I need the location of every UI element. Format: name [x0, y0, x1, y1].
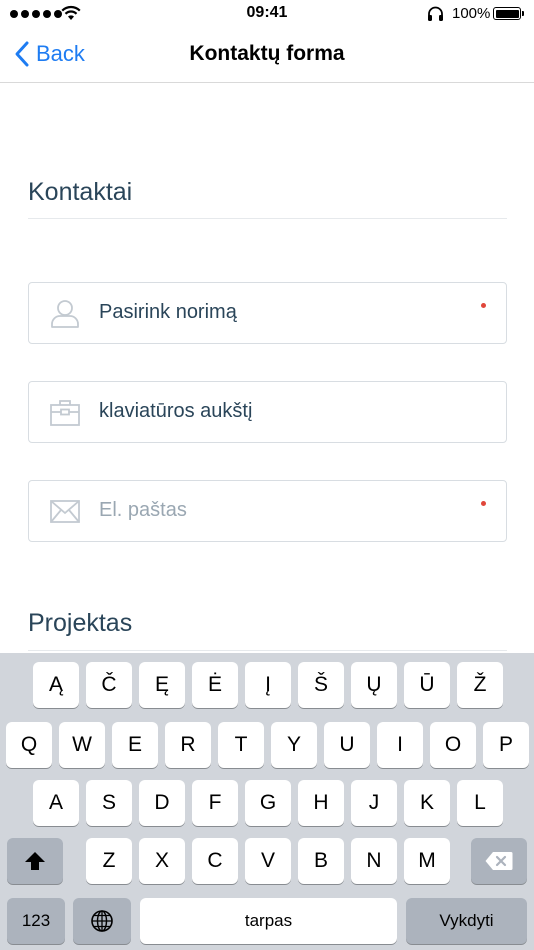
briefcase-icon [50, 400, 80, 426]
key-s[interactable]: S [86, 780, 132, 826]
email-field[interactable]: El. paštas [28, 480, 507, 542]
key-a[interactable]: A [33, 780, 79, 826]
shift-arrow-icon [25, 852, 45, 870]
key-f[interactable]: F [192, 780, 238, 826]
key-g[interactable]: G [245, 780, 291, 826]
name-field[interactable]: Pasirink norimą [28, 282, 507, 344]
battery-icon [493, 7, 524, 20]
company-field[interactable]: klaviatūros aukštį [28, 381, 507, 443]
space-key[interactable]: tarpas [140, 898, 397, 944]
required-indicator [481, 501, 486, 506]
company-field-value: klaviatūros aukštį [99, 400, 253, 422]
delete-key[interactable] [471, 838, 527, 884]
key-w[interactable]: W [59, 722, 105, 768]
key-i[interactable]: I [377, 722, 423, 768]
return-key[interactable]: Vykdyti [406, 898, 527, 944]
key-q[interactable]: Q [6, 722, 52, 768]
key-ų[interactable]: Ų [351, 662, 397, 708]
globe-key[interactable] [73, 898, 131, 944]
required-indicator [481, 303, 486, 308]
key-č[interactable]: Č [86, 662, 132, 708]
key-j[interactable]: J [351, 780, 397, 826]
key-ū[interactable]: Ū [404, 662, 450, 708]
key-ą[interactable]: Ą [33, 662, 79, 708]
key-ž[interactable]: Ž [457, 662, 503, 708]
numbers-key[interactable]: 123 [7, 898, 65, 944]
section-divider [28, 650, 507, 651]
email-field-placeholder: El. paštas [99, 499, 187, 521]
key-n[interactable]: N [351, 838, 397, 884]
key-ė[interactable]: Ė [192, 662, 238, 708]
section-title-project: Projektas [28, 609, 133, 637]
envelope-icon [50, 500, 80, 523]
key-l[interactable]: L [457, 780, 503, 826]
backspace-icon [485, 852, 513, 870]
section-title-contacts: Kontaktai [28, 178, 133, 206]
key-m[interactable]: M [404, 838, 450, 884]
key-p[interactable]: P [483, 722, 529, 768]
navigation-bar: Back Kontaktų forma [0, 28, 534, 83]
key-y[interactable]: Y [271, 722, 317, 768]
key-o[interactable]: O [430, 722, 476, 768]
key-v[interactable]: V [245, 838, 291, 884]
section-divider [28, 218, 507, 219]
key-d[interactable]: D [139, 780, 185, 826]
key-į[interactable]: Į [245, 662, 291, 708]
key-c[interactable]: C [192, 838, 238, 884]
shift-key[interactable] [7, 838, 63, 884]
key-u[interactable]: U [324, 722, 370, 768]
key-e[interactable]: E [112, 722, 158, 768]
battery-percent: 100% [452, 5, 491, 22]
status-bar: 09:41 100% [0, 0, 534, 28]
key-t[interactable]: T [218, 722, 264, 768]
key-z[interactable]: Z [86, 838, 132, 884]
keyboard: ĄČĘĖĮŠŲŪŽ QWERTYUIOP ASDFGHJKL ZXCVBNM 1… [0, 653, 534, 950]
key-k[interactable]: K [404, 780, 450, 826]
key-b[interactable]: B [298, 838, 344, 884]
key-x[interactable]: X [139, 838, 185, 884]
globe-icon [91, 910, 113, 932]
key-š[interactable]: Š [298, 662, 344, 708]
page-title: Kontaktų forma [189, 42, 345, 65]
headphones-icon [428, 6, 443, 21]
user-icon [51, 300, 79, 328]
key-h[interactable]: H [298, 780, 344, 826]
name-field-value: Pasirink norimą [99, 301, 237, 323]
key-r[interactable]: R [165, 722, 211, 768]
key-ę[interactable]: Ę [139, 662, 185, 708]
